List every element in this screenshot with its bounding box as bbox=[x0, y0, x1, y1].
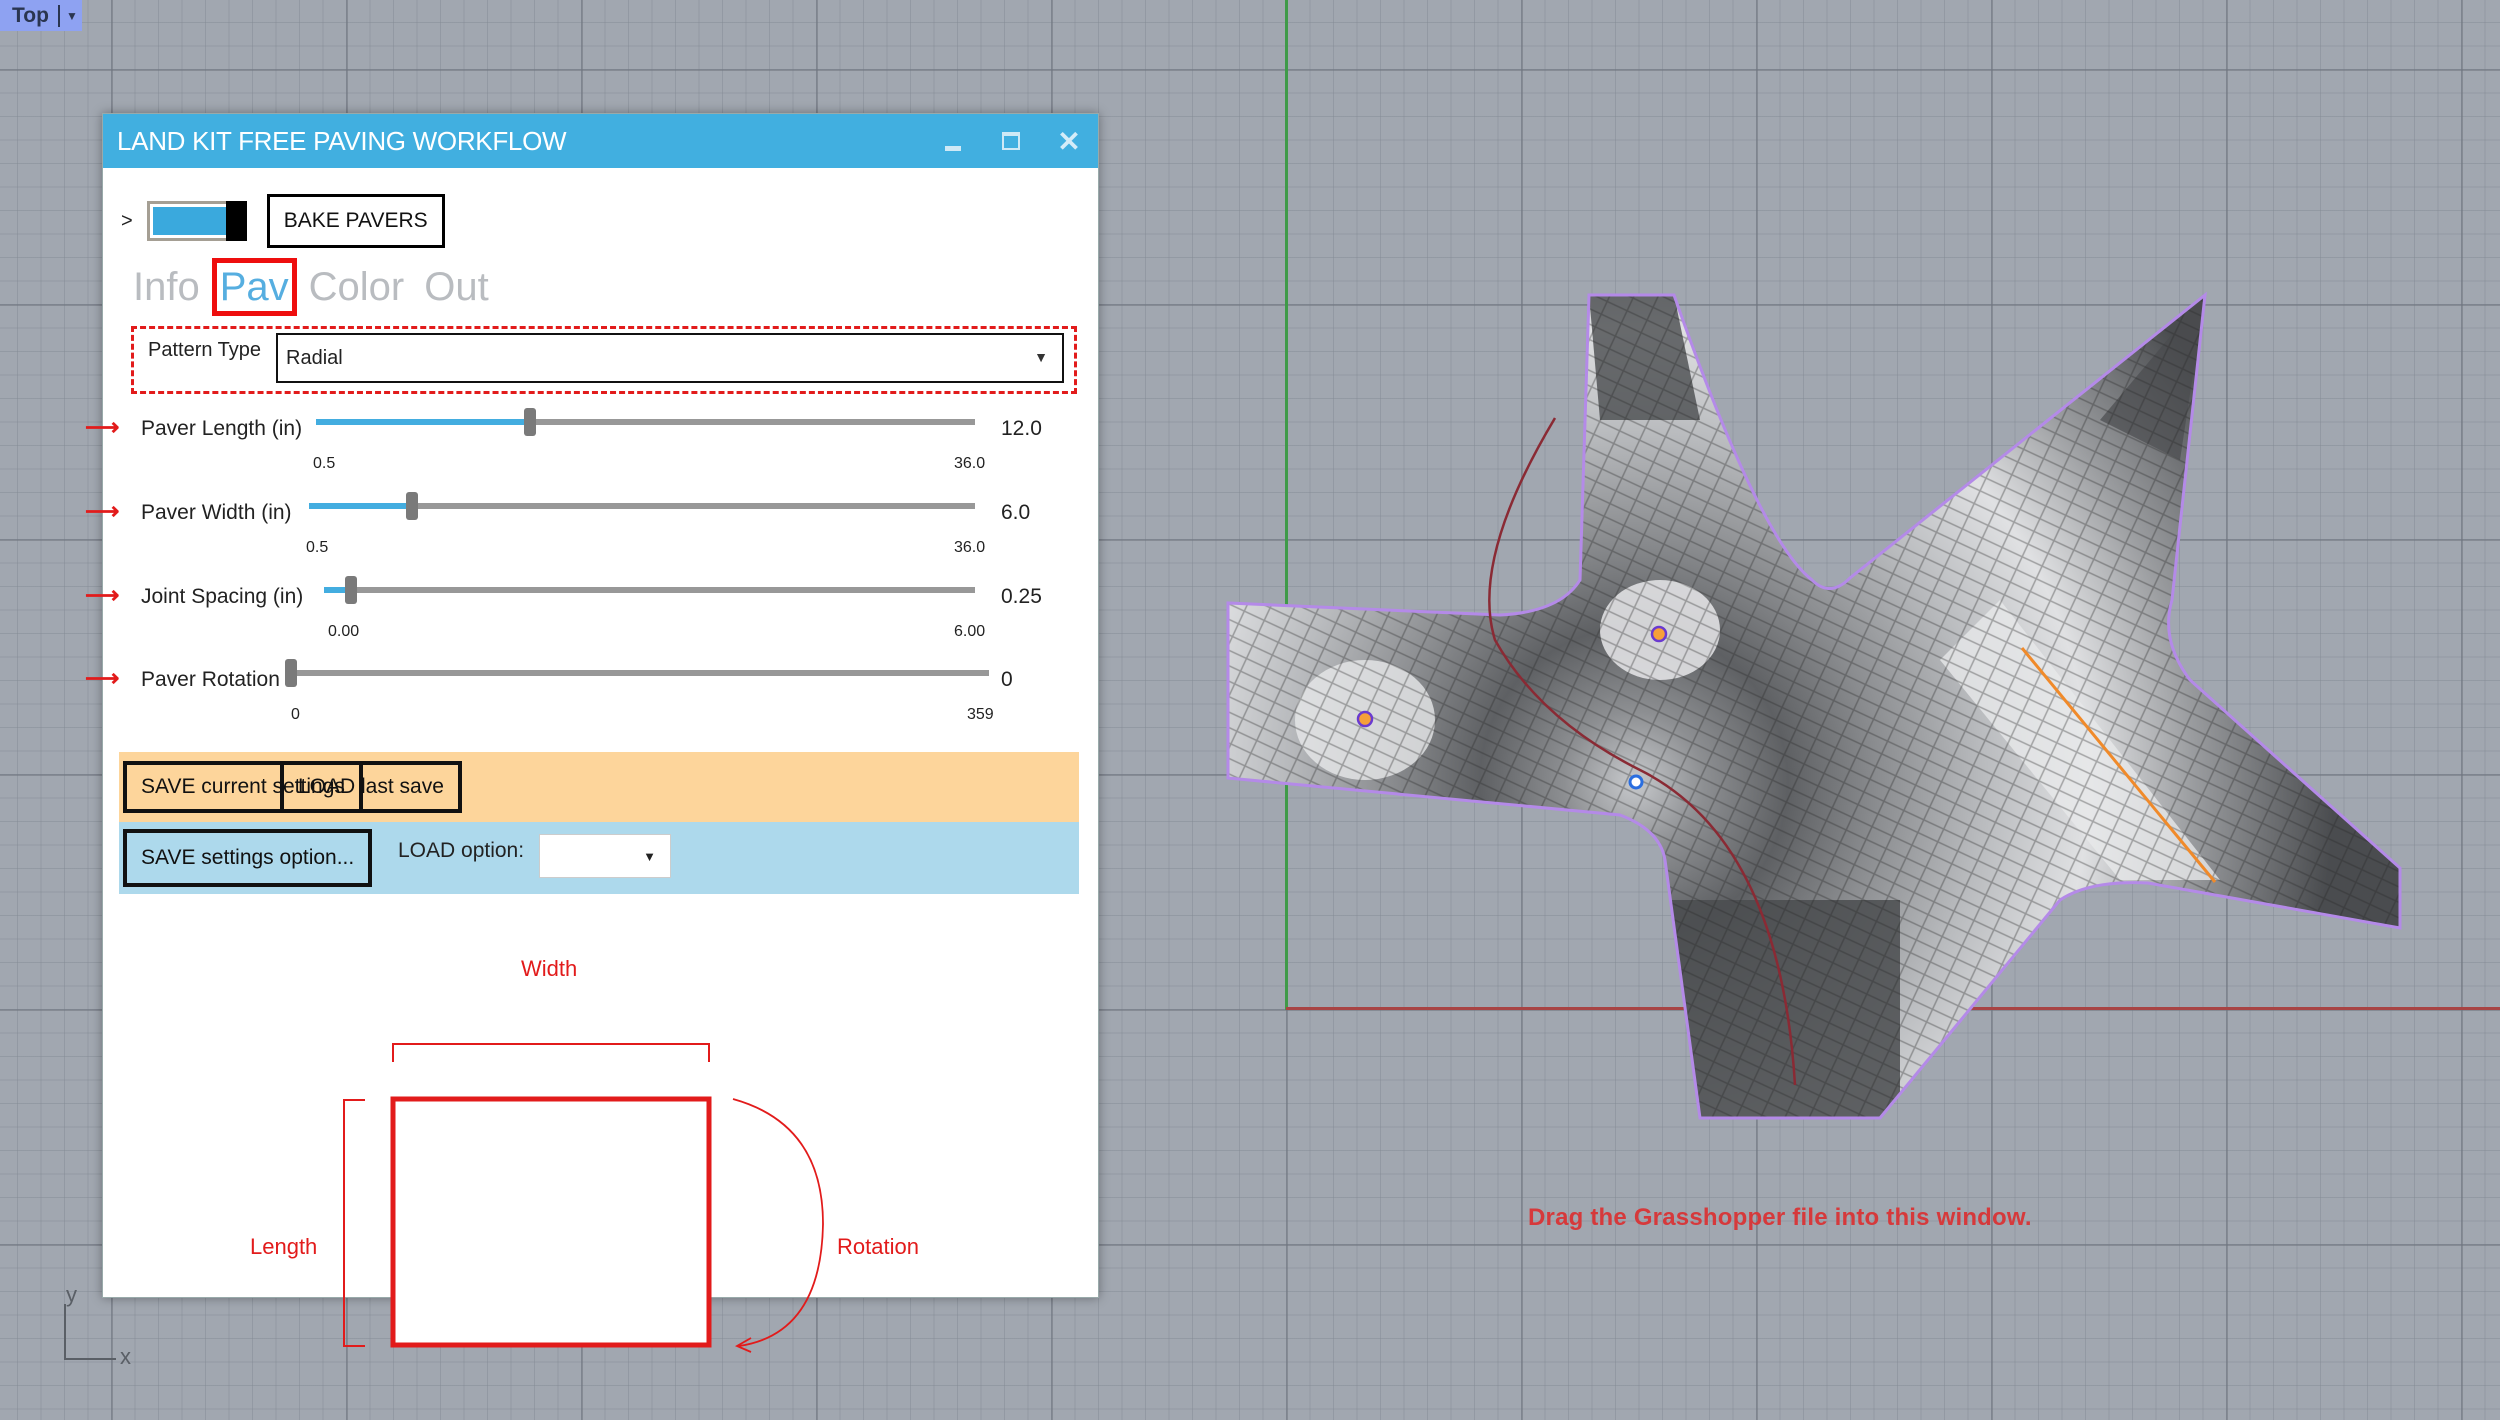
save-settings-option-button[interactable]: SAVE settings option... bbox=[123, 829, 373, 887]
paver-length-slider-fill bbox=[316, 419, 530, 425]
joint-spacing-label: Joint Spacing (in) bbox=[141, 585, 304, 608]
paver-rectangle bbox=[390, 1096, 712, 1348]
paver-rotation-min: 0 bbox=[291, 706, 300, 723]
paver-length-max: 36.0 bbox=[954, 455, 986, 472]
load-last-save-button[interactable]: LOAD last save bbox=[280, 761, 462, 813]
maximize-button[interactable] bbox=[982, 114, 1040, 168]
paver-field bbox=[1228, 295, 2400, 1118]
red-arrow-icon: ⟶ bbox=[85, 414, 120, 441]
width-bracket bbox=[392, 1043, 710, 1062]
length-label: Length bbox=[250, 1234, 318, 1259]
tab-out[interactable]: Out bbox=[420, 262, 492, 312]
paver-diagram-graphic bbox=[343, 1043, 824, 1353]
tab-pav[interactable]: Pav bbox=[211, 258, 297, 316]
load-option-label: LOAD option: bbox=[398, 839, 525, 862]
paver-width-max: 36.0 bbox=[954, 539, 986, 556]
viewport-tab-top[interactable]: Top ▼ bbox=[0, 0, 82, 31]
red-arrow-icon: ⟶ bbox=[85, 665, 120, 692]
attractor-point[interactable] bbox=[1356, 710, 1374, 728]
joint-spacing-slider-track[interactable] bbox=[324, 587, 975, 593]
paver-width-label: Paver Width (in) bbox=[141, 501, 292, 524]
viewport-tab-label: Top bbox=[12, 3, 49, 27]
close-icon: ✕ bbox=[1057, 125, 1081, 157]
top-controls: > BAKE PAVERS bbox=[121, 194, 445, 248]
tab-info[interactable]: Info bbox=[129, 262, 204, 312]
window-title: LAND KIT FREE PAVING WORKFLOW bbox=[117, 125, 567, 156]
pattern-type-select[interactable]: Radial ▼ bbox=[276, 333, 1064, 383]
rotation-label: Rotation bbox=[837, 1234, 919, 1259]
load-option-select[interactable]: ▼ bbox=[539, 834, 671, 878]
viewport-menu-caret-icon[interactable]: ▼ bbox=[66, 9, 78, 23]
paving-workflow-window: LAND KIT FREE PAVING WORKFLOW ✕ > BAKE P… bbox=[85, 113, 1099, 1353]
red-arrow-icon: ⟶ bbox=[85, 582, 120, 609]
paver-rotation-slider-track[interactable] bbox=[291, 670, 989, 676]
paver-dimension-diagram: Width Length Rotation bbox=[103, 934, 1098, 1354]
center-point[interactable] bbox=[1628, 774, 1644, 790]
paver-length-value: 12.0 bbox=[1001, 417, 1042, 440]
paver-width-slider-thumb[interactable] bbox=[406, 492, 419, 520]
joint-spacing-max: 6.00 bbox=[954, 623, 986, 640]
paver-rotation-slider-thumb[interactable] bbox=[285, 659, 297, 687]
drag-hint-text: Drag the Grasshopper file into this wind… bbox=[1528, 1204, 2032, 1231]
cplane-x-line bbox=[64, 1358, 116, 1360]
rotation-arc bbox=[732, 1098, 824, 1347]
paver-length-slider-thumb[interactable] bbox=[523, 408, 536, 436]
pattern-type-label: Pattern Type bbox=[148, 339, 262, 361]
section-tabs: Info Pav Color Out bbox=[129, 258, 505, 316]
attractor-point[interactable] bbox=[1650, 625, 1668, 643]
width-label: Width bbox=[521, 956, 578, 981]
cplane-y-line bbox=[64, 1304, 66, 1360]
red-arrow-icon: ⟶ bbox=[85, 498, 120, 525]
paver-rotation-value: 0 bbox=[1001, 668, 1013, 691]
chevron-right-icon: > bbox=[121, 209, 133, 232]
minimize-icon bbox=[945, 145, 961, 151]
paver-rotation-label: Paver Rotation bbox=[141, 668, 280, 691]
paver-length-min: 0.5 bbox=[313, 455, 336, 472]
bake-pavers-button[interactable]: BAKE PAVERS bbox=[266, 194, 445, 248]
toggle-fill bbox=[152, 207, 227, 235]
cplane-y-label: y bbox=[66, 1282, 77, 1307]
paver-rotation-slider-row: ⟶ Paver Rotation 0 359 0 bbox=[85, 659, 1098, 740]
joint-spacing-slider-thumb[interactable] bbox=[345, 576, 358, 604]
chevron-down-icon: ▼ bbox=[643, 849, 656, 864]
chevron-down-icon: ▼ bbox=[1034, 349, 1048, 365]
tab-color[interactable]: Color bbox=[305, 262, 409, 312]
save-settings-band: SAVE current settings LOAD last save bbox=[119, 752, 1079, 822]
close-button[interactable]: ✕ bbox=[1040, 114, 1098, 168]
run-toggle[interactable] bbox=[146, 201, 247, 241]
pattern-type-group: Pattern Type Radial ▼ bbox=[131, 326, 1077, 394]
window-titlebar[interactable]: LAND KIT FREE PAVING WORKFLOW ✕ bbox=[103, 114, 1098, 168]
minimize-button[interactable] bbox=[924, 114, 982, 168]
viewport-tab-separator bbox=[58, 4, 60, 27]
paver-width-value: 6.0 bbox=[1001, 501, 1031, 524]
paver-width-slider-fill bbox=[309, 503, 413, 509]
paver-width-min: 0.5 bbox=[306, 539, 329, 556]
joint-spacing-value: 0.25 bbox=[1001, 585, 1042, 608]
paver-width-slider-row: ⟶ Paver Width (in) 0.5 36.0 6.0 bbox=[85, 492, 1098, 573]
pattern-type-value: Radial bbox=[286, 347, 343, 369]
paver-length-label: Paver Length (in) bbox=[141, 417, 303, 440]
load-settings-band: SAVE settings option... LOAD option: ▼ bbox=[119, 822, 1079, 894]
length-bracket bbox=[343, 1099, 365, 1347]
paver-length-slider-row: ⟶ Paver Length (in) 0.5 36.0 12.0 bbox=[85, 408, 1098, 489]
toggle-knob bbox=[225, 201, 247, 241]
joint-spacing-slider-row: ⟶ Joint Spacing (in) 0.00 6.00 0.25 bbox=[85, 576, 1098, 657]
maximize-icon bbox=[1002, 132, 1020, 150]
joint-spacing-min: 0.00 bbox=[328, 623, 360, 640]
paver-rotation-max: 359 bbox=[967, 706, 994, 723]
